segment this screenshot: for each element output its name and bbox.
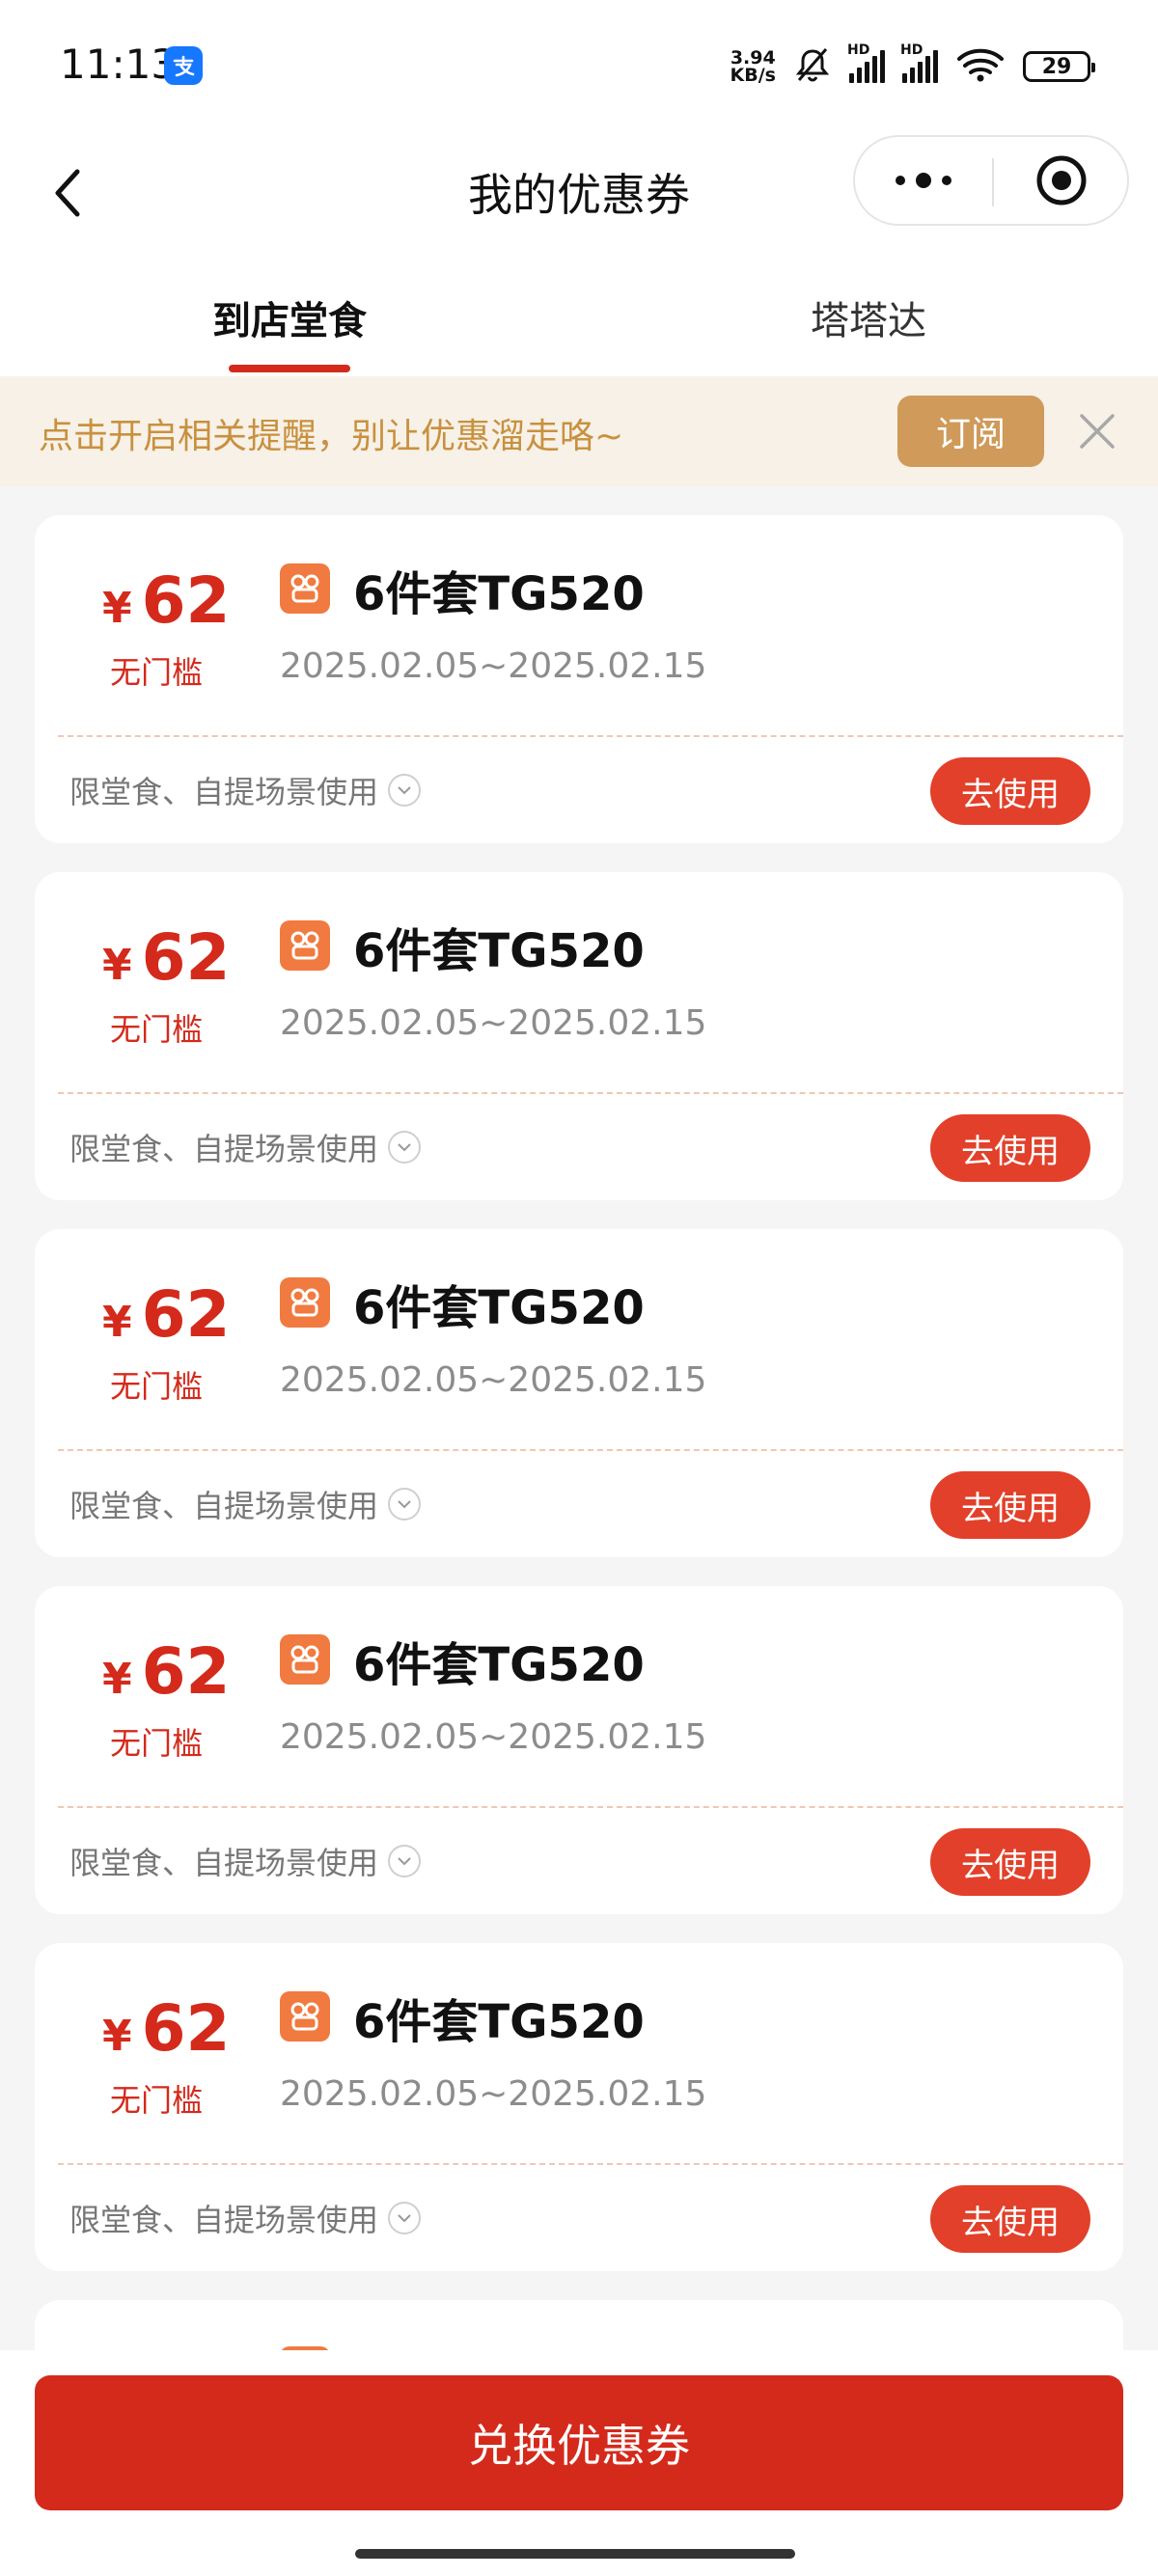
coupon-title: 6件套TG520 [353,1995,645,2049]
banner-text: 点击开启相关提醒，别让优惠溜走咯~ [39,417,624,456]
coupon-date-range: 2025.02.05~2025.02.15 [280,2074,707,2114]
close-app-button[interactable] [994,137,1129,224]
coupon-date-range: 2025.02.05~2025.02.15 [280,1003,707,1043]
coupon-scope[interactable]: 限堂食、自提场景使用 [69,1125,422,1169]
alipay-icon [164,46,203,85]
coupon-date-range: 2025.02.05~2025.02.15 [280,646,707,686]
net-speed: 3.94 KB/s [730,47,776,86]
coupon-currency: ¥ [102,584,132,633]
coupon-title: 6件套TG520 [353,567,645,621]
coupon-threshold: 无门槛 [110,1011,204,1048]
wifi-icon [955,45,1006,88]
coupon-title: 6件套TG520 [353,1281,645,1335]
coupon-currency: ¥ [102,1298,132,1347]
tab-indicator [229,365,350,372]
chevron-down-icon [388,1131,422,1164]
coupon-scope[interactable]: 限堂食、自提场景使用 [69,768,422,812]
coupon-divider [58,2163,1123,2165]
home-indicator[interactable] [355,2549,795,2559]
mini-program-capsule [853,135,1129,226]
use-coupon-button[interactable]: 去使用 [930,1114,1090,1182]
coupon-date-range: 2025.02.05~2025.02.15 [280,1717,707,1757]
coupon-scope-text: 限堂食、自提场景使用 [69,774,379,810]
coupon-card[interactable]: ¥ 62 无门槛 6件套TG520 2025.02.05~2025.02.15 … [35,515,1123,843]
chevron-down-icon [388,1845,422,1877]
coupon-threshold: 无门槛 [110,1368,204,1405]
subscribe-banner: 点击开启相关提醒，别让优惠溜走咯~ 订阅 [0,376,1158,486]
coupon-amount: ¥ 62 [102,1991,230,2066]
coupon-date-range: 2025.02.05~2025.02.15 [280,1360,707,1400]
coupon-value: 62 [141,1277,231,1352]
signal-icon: HD [847,42,885,83]
bottom-bar: 兑换优惠券 [0,2350,1158,2576]
close-icon [1080,414,1115,449]
more-button[interactable] [855,137,992,224]
coupon-card[interactable]: ¥ 62 无门槛 6件套TG520 2025.02.05~2025.02.15 … [35,872,1123,1200]
coupon-divider [58,1449,1123,1451]
more-icon [896,173,951,188]
tab-bar: 到店堂食 塔塔达 [0,251,1158,376]
coupon-amount: ¥ 62 [102,1634,230,1709]
coupon-value: 62 [141,563,231,638]
coupon-currency: ¥ [102,941,132,990]
coupon-scope-text: 限堂食、自提场景使用 [69,2202,379,2238]
banner-close-button[interactable] [1071,405,1123,457]
status-icons: 3.94 KB/s HD HD 29 [730,42,1095,89]
coupon-scope[interactable]: 限堂食、自提场景使用 [69,2196,422,2240]
coupon-threshold: 无门槛 [110,1725,204,1762]
chevron-down-icon [388,774,422,807]
coupon-divider [58,1806,1123,1808]
coupon-scope[interactable]: 限堂食、自提场景使用 [69,1482,422,1526]
use-coupon-button[interactable]: 去使用 [930,1828,1090,1896]
subscribe-button[interactable]: 订阅 [897,396,1044,467]
coupon-scope-text: 限堂食、自提场景使用 [69,1845,379,1881]
coupon-currency: ¥ [102,1655,132,1704]
use-coupon-button[interactable]: 去使用 [930,757,1090,825]
coupon-amount: ¥ 62 [102,920,230,995]
mute-icon [793,45,832,88]
coupon-title: 6件套TG520 [353,1638,645,1692]
coupon-threshold: 无门槛 [110,654,204,691]
use-coupon-button[interactable]: 去使用 [930,1471,1090,1539]
use-coupon-button[interactable]: 去使用 [930,2185,1090,2253]
coupon-scope-text: 限堂食、自提场景使用 [69,1131,379,1167]
coupon-brand-icon [280,1634,330,1685]
coupon-card[interactable]: ¥ 62 无门槛 6件套TG520 2025.02.05~2025.02.15 … [35,1229,1123,1557]
coupon-amount: ¥ 62 [102,1277,230,1352]
status-bar: 11:13 3.94 KB/s HD HD 29 [0,0,1158,135]
coupon-brand-icon [280,1277,330,1328]
coupon-scope[interactable]: 限堂食、自提场景使用 [69,1839,422,1883]
tab-dine-in[interactable]: 到店堂食 [0,289,579,345]
coupon-value: 62 [141,920,231,995]
close-app-icon [1036,155,1087,206]
nav-bar: 我的优惠券 [0,135,1158,251]
coupon-brand-icon [280,563,330,614]
chevron-down-icon [388,1488,422,1521]
coupon-divider [58,735,1123,737]
coupon-amount: ¥ 62 [102,563,230,638]
coupon-value: 62 [141,1634,231,1709]
coupon-card[interactable]: ¥ 62 无门槛 6件套TG520 2025.02.05~2025.02.15 … [35,1586,1123,1914]
coupon-currency: ¥ [102,2012,132,2061]
coupon-brand-icon [280,1991,330,2042]
coupon-card[interactable]: ¥ 62 无门槛 6件套TG520 2025.02.05~2025.02.15 … [35,1943,1123,2271]
coupon-divider [58,1092,1123,1094]
coupon-threshold: 无门槛 [110,2082,204,2119]
status-time: 11:13 [60,41,178,88]
signal-icon: HD [900,42,938,83]
coupon-scope-text: 限堂食、自提场景使用 [69,1488,379,1524]
coupon-brand-icon [280,920,330,971]
tab-tatada[interactable]: 塔塔达 [579,289,1158,345]
coupon-title: 6件套TG520 [353,924,645,978]
coupon-value: 62 [141,1991,231,2066]
chevron-down-icon [388,2202,422,2234]
redeem-coupon-button[interactable]: 兑换优惠券 [35,2375,1123,2510]
battery-indicator: 29 [1023,51,1095,82]
